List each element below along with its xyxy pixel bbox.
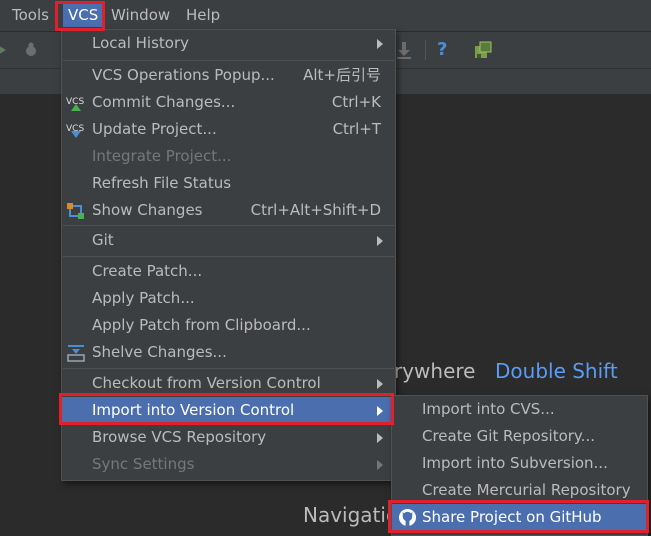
menu-item-sync-settings: Sync Settings bbox=[62, 451, 395, 478]
menu-item-browse-vcs-repository[interactable]: Browse VCS Repository bbox=[62, 424, 395, 451]
submenu-item-import-subversion[interactable]: Import into Subversion... bbox=[392, 450, 647, 477]
menu-separator bbox=[63, 256, 394, 257]
highlight-box-vcs bbox=[55, 1, 105, 31]
submenu-arrow-icon bbox=[377, 433, 383, 443]
highlight-box-import bbox=[59, 393, 394, 425]
menu-item-local-history[interactable]: Local History bbox=[62, 30, 395, 57]
menu-item-shelve-changes[interactable]: Shelve Changes... bbox=[62, 339, 395, 366]
submenu-arrow-icon bbox=[377, 379, 383, 389]
menu-separator bbox=[63, 225, 394, 226]
download-icon[interactable] bbox=[396, 32, 412, 68]
menu-tools[interactable]: Tools bbox=[12, 4, 49, 27]
vcs-commit-icon: VCS bbox=[66, 93, 86, 113]
menu-item-refresh-file-status[interactable]: Refresh File Status bbox=[62, 170, 395, 197]
menu-help[interactable]: Help bbox=[186, 4, 220, 27]
menu-item-vcs-operations-popup[interactable]: VCS Operations Popup... Alt+后引号 bbox=[62, 62, 395, 89]
run-icon[interactable] bbox=[0, 32, 8, 68]
shelve-icon bbox=[66, 343, 86, 363]
menu-separator bbox=[63, 368, 394, 369]
menu-separator bbox=[63, 60, 394, 61]
highlight-box-github bbox=[388, 500, 649, 533]
help-icon[interactable]: ? bbox=[437, 32, 447, 68]
submenu-arrow-icon bbox=[377, 39, 383, 49]
show-changes-icon bbox=[66, 201, 86, 221]
search-everywhere-hint: rywhere bbox=[394, 359, 476, 383]
debug-icon[interactable] bbox=[22, 32, 40, 68]
menu-item-show-changes[interactable]: Show Changes Ctrl+Alt+Shift+D bbox=[62, 197, 395, 224]
menu-item-git[interactable]: Git bbox=[62, 227, 395, 254]
vcs-update-icon: VCS bbox=[66, 120, 86, 140]
submenu-arrow-icon bbox=[377, 236, 383, 246]
menu-item-create-patch[interactable]: Create Patch... bbox=[62, 258, 395, 285]
submenu-item-import-cvs[interactable]: Import into CVS... bbox=[392, 396, 647, 423]
menu-window[interactable]: Window bbox=[111, 4, 170, 27]
menu-item-commit-changes[interactable]: VCS Commit Changes... Ctrl+K bbox=[62, 89, 395, 116]
menu-item-integrate-project: Integrate Project... bbox=[92, 147, 232, 165]
submenu-arrow-icon bbox=[377, 460, 383, 470]
submenu-item-create-git-repository[interactable]: Create Git Repository... bbox=[392, 423, 647, 450]
navigation-hint: Navigatio bbox=[303, 503, 399, 527]
menu-item-apply-patch[interactable]: Apply Patch... bbox=[62, 285, 395, 312]
android-sdk-icon[interactable] bbox=[473, 32, 493, 68]
menu-item-update-project[interactable]: VCS Update Project... Ctrl+T bbox=[62, 116, 395, 143]
double-shift-shortcut: Double Shift bbox=[495, 359, 618, 383]
menu-item-apply-patch-clipboard[interactable]: Apply Patch from Clipboard... bbox=[62, 312, 395, 339]
toolbar-separator bbox=[425, 40, 426, 60]
